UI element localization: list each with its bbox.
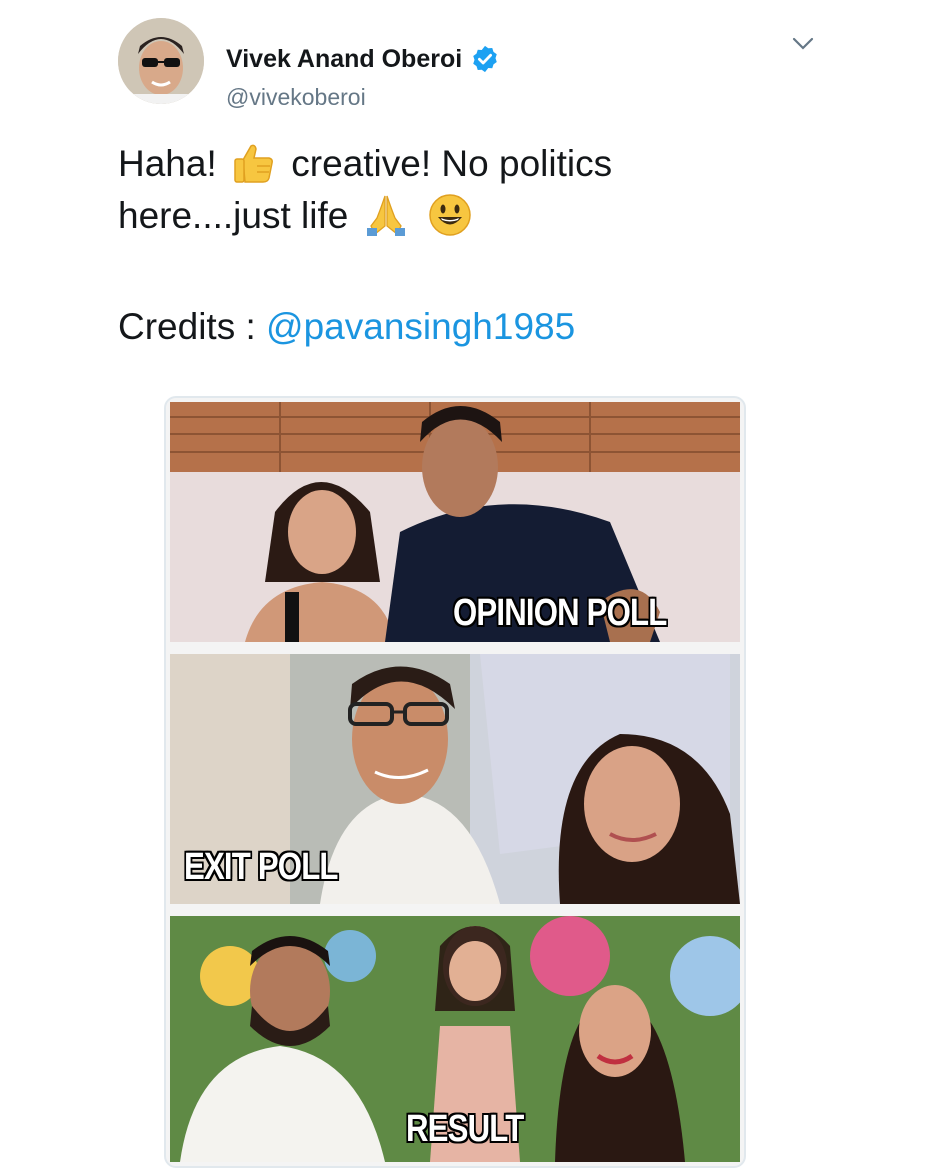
thumbs-up-icon (231, 140, 277, 186)
caption-opinion-poll: OPINION POLL (453, 592, 667, 634)
credits-mention-link[interactable]: @pavansingh1985 (266, 306, 575, 347)
avatar[interactable] (118, 18, 204, 104)
meme-panel-exit-poll: EXIT POLL (170, 654, 740, 904)
meme-panel-opinion-poll: OPINION POLL (170, 402, 740, 642)
author-display-name[interactable]: Vivek Anand Oberoi (226, 45, 462, 74)
tweet-media-image[interactable]: OPINION POLL EXIT POLL RESULT (164, 396, 746, 1168)
tweet-line-2: here....just life (118, 190, 838, 242)
credits-line: Credits : @pavansingh1985 (118, 306, 575, 348)
tweet-text-haha: Haha! (118, 143, 217, 184)
verified-badge-icon (470, 44, 500, 74)
folded-hands-icon (363, 192, 409, 238)
tweet-line-1: Haha! creative! No politics (118, 138, 838, 190)
tweet-text-just-life: here....just life (118, 195, 349, 236)
smiley-face-icon (427, 192, 473, 238)
tweet-text: Haha! creative! No politics here....just… (118, 138, 838, 242)
caption-exit-poll: EXIT POLL (184, 846, 338, 888)
tweet-text-creative: creative! No politics (291, 143, 613, 184)
author-name-row[interactable]: Vivek Anand Oberoi (226, 44, 500, 74)
caption-result: RESULT (406, 1108, 524, 1150)
credits-label: Credits : (118, 306, 256, 347)
chevron-down-icon[interactable] (788, 28, 818, 58)
meme-panel-result: RESULT (170, 916, 740, 1162)
tweet-header: Vivek Anand Oberoi @vivekoberoi (118, 18, 878, 111)
author-handle[interactable]: @vivekoberoi (226, 84, 366, 111)
